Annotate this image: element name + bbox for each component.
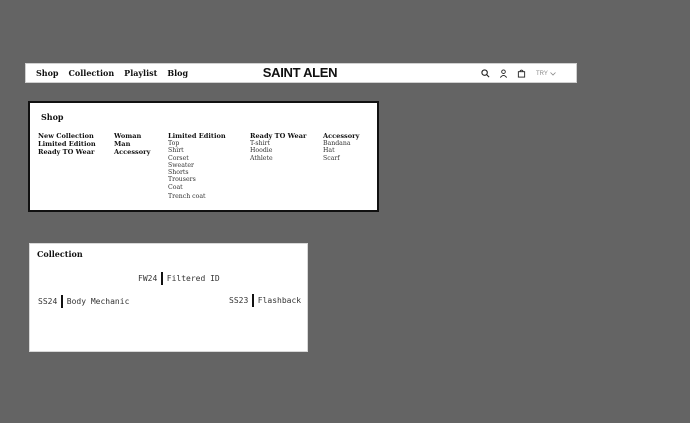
collection-menu-panel: Collection FW24 Filtered ID SS24 Body Me… [29,243,308,352]
nav-collection[interactable]: Collection [69,69,115,78]
chevron-down-icon [550,71,556,76]
menu-item-athlete[interactable]: Athlete [250,155,306,162]
collection-menu-title: Collection [37,249,83,259]
menu-link-new-collection[interactable]: New Collection [38,132,96,140]
collection-name: Filtered ID [166,274,220,283]
shop-column-accessory: Accessory Bandana Hat Scarf [323,132,359,162]
shop-column-main: New Collection Limited Edition Ready TO … [38,132,96,156]
menu-item-sweater[interactable]: Sweater [168,162,226,169]
collection-name: Body Mechanic [66,297,130,306]
menu-link-woman[interactable]: Woman [114,132,150,140]
collection-season: SS24 [38,297,58,306]
collection-item-fw24[interactable]: FW24 Filtered ID [138,272,220,285]
menu-item-trousers[interactable]: Trousers [168,176,226,183]
menu-item-corset[interactable]: Corset [168,155,226,162]
shop-column-ready-to-wear: Ready TO Wear T-shirt Hoodie Athlete [250,132,306,162]
cart-icon[interactable] [516,68,527,79]
menu-item-trench-coat[interactable]: Trench coat [168,193,226,200]
collection-season: FW24 [138,274,158,283]
divider [61,295,63,308]
menu-link-accessory[interactable]: Accessory [114,148,150,156]
nav-shop[interactable]: Shop [36,69,59,78]
menu-item-hoodie[interactable]: Hoodie [250,147,306,154]
menu-item-top[interactable]: Top [168,140,226,147]
collection-item-ss23[interactable]: SS23 Flashback [229,294,301,307]
menu-link-ready-to-wear[interactable]: Ready TO Wear [38,148,96,156]
nav-blog[interactable]: Blog [167,69,188,78]
site-header: Shop Collection Playlist Blog SAINT ALEN… [25,63,577,83]
divider [161,272,163,285]
menu-item-hat[interactable]: Hat [323,147,359,154]
menu-item-shirt[interactable]: Shirt [168,147,226,154]
main-nav: Shop Collection Playlist Blog [36,69,188,78]
currency-selector[interactable]: TRY [536,71,556,77]
brand-logo[interactable]: SAINT ALEN [252,66,348,80]
menu-heading-ready-to-wear[interactable]: Ready TO Wear [250,132,306,140]
menu-link-man[interactable]: Man [114,140,150,148]
currency-label: TRY [536,70,548,77]
divider [252,294,254,307]
header-actions: TRY [480,68,556,79]
menu-item-tshirt[interactable]: T-shirt [250,140,306,147]
collection-item-ss24[interactable]: SS24 Body Mechanic [38,295,129,308]
search-icon[interactable] [480,68,491,79]
shop-menu-title: Shop [41,112,64,122]
menu-item-shorts[interactable]: Shorts [168,169,226,176]
collection-season: SS23 [229,296,249,305]
menu-heading-accessory[interactable]: Accessory [323,132,359,140]
menu-item-scarf[interactable]: Scarf [323,155,359,162]
shop-column-gender: Woman Man Accessory [114,132,150,156]
nav-playlist[interactable]: Playlist [124,69,157,78]
shop-column-limited-edition: Limited Edition Top Shirt Corset Sweater… [168,132,226,200]
collection-name: Flashback [257,296,302,305]
menu-item-coat[interactable]: Coat [168,184,226,191]
user-icon[interactable] [498,68,509,79]
menu-link-limited-edition[interactable]: Limited Edition [38,140,96,148]
menu-item-bandana[interactable]: Bandana [323,140,359,147]
menu-heading-limited-edition[interactable]: Limited Edition [168,132,226,140]
shop-menu-panel: Shop New Collection Limited Edition Read… [28,101,379,212]
